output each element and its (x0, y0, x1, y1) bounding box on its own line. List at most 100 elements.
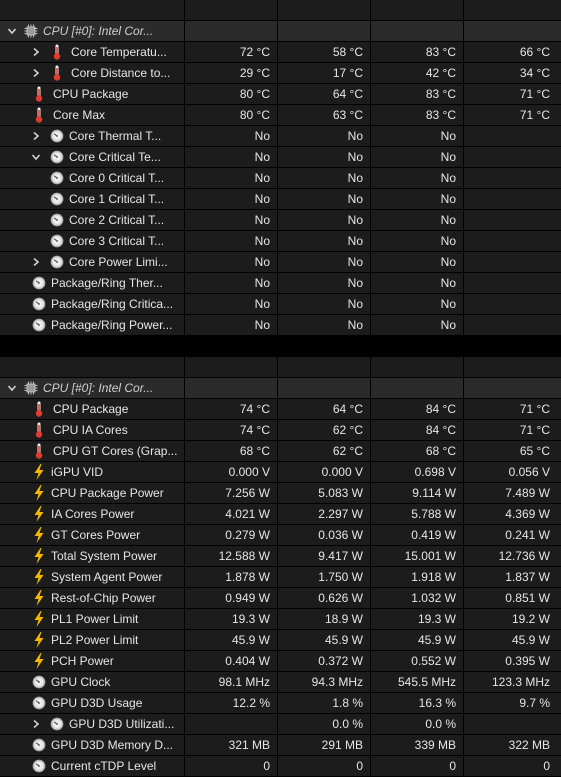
sensor-row[interactable]: CPU Package 74 °C 64 °C 84 °C 71 °C (0, 399, 561, 420)
sensor-label-cell[interactable]: Current cTDP Level (0, 756, 184, 776)
sensor-row[interactable]: GPU D3D Utilizati... 0.0 % 0.0 % (0, 714, 561, 735)
sensor-label-cell[interactable]: CPU GT Cores (Grap... (0, 441, 184, 461)
maximum-value: 0.0 % (371, 714, 463, 734)
sensor-label-cell[interactable]: Core Power Limi... (0, 252, 184, 272)
sensor-label-cell[interactable]: GPU D3D Memory D... (0, 735, 184, 755)
chevron-right-icon[interactable] (30, 714, 42, 734)
maximum-value: 1.918 W (371, 567, 463, 587)
empty-row (0, 357, 561, 378)
chevron-right-icon[interactable] (30, 126, 42, 146)
sensor-label-cell[interactable]: GT Cores Power (0, 525, 184, 545)
current-value: No (185, 231, 277, 251)
chevron-right-icon[interactable] (30, 252, 42, 272)
sensor-row[interactable]: Total System Power 12.588 W 9.417 W 15.001 … (0, 546, 561, 567)
sensor-label-cell[interactable]: Core 0 Critical T... (0, 168, 184, 188)
sensor-row[interactable]: PCH Power 0.404 W 0.372 W 0.552 W 0.395 W (0, 651, 561, 672)
sensor-row[interactable]: Core 2 Critical T... No No No (0, 210, 561, 231)
sensor-row[interactable]: PL1 Power Limit 19.3 W 18.9 W 19.3 W 19.2 W (0, 609, 561, 630)
sensor-label-cell[interactable]: PL1 Power Limit (0, 609, 184, 629)
sensor-row[interactable]: IA Cores Power 4.021 W 2.297 W 5.788 W 4.369… (0, 504, 561, 525)
sensor-row[interactable]: Core Power Limi... No No No (0, 252, 561, 273)
sensor-row[interactable]: Core Temperatu... 72 °C 58 °C 83 °C 66 °C (0, 42, 561, 63)
sensor-label-cell[interactable]: Core 1 Critical T... (0, 189, 184, 209)
group-header-cell (278, 21, 370, 41)
sensor-label-cell[interactable]: CPU IA Cores (0, 420, 184, 440)
minimum-value: No (278, 147, 370, 167)
sensor-row[interactable]: Core Critical Te... No No No (0, 147, 561, 168)
sensor-label-cell[interactable]: Total System Power (0, 546, 184, 566)
sensor-label-cell[interactable]: Core Thermal T... (0, 126, 184, 146)
sensor-label-cell[interactable]: PL2 Power Limit (0, 630, 184, 650)
group-header-label-cell[interactable]: CPU [#0]: Intel Cor... (0, 21, 184, 41)
sensor-label-cell[interactable]: GPU D3D Utilizati... (0, 714, 184, 734)
group-header-cell (464, 378, 561, 398)
sensor-label-cell[interactable]: GPU Clock (0, 672, 184, 692)
sensor-label: CPU GT Cores (Grap... (53, 444, 178, 458)
sensor-label-cell[interactable]: CPU Package (0, 399, 184, 419)
sensor-row[interactable]: Rest-of-Chip Power 0.949 W 0.626 W 1.032 W0… (0, 588, 561, 609)
chevron-right-icon[interactable] (30, 42, 42, 62)
current-value: 29 °C (185, 63, 277, 83)
sensor-row[interactable]: Core 3 Critical T... No No No (0, 231, 561, 252)
chevron-down-icon[interactable] (6, 378, 18, 398)
chevron-right-icon[interactable] (30, 63, 42, 83)
sensor-label-cell[interactable]: Core 3 Critical T... (0, 231, 184, 251)
sensor-label: CPU Package (53, 402, 129, 416)
sensor-row[interactable]: iGPU VID 0.000 V 0.000 V 0.698 V 0.056 V (0, 462, 561, 483)
maximum-value: No (371, 168, 463, 188)
chevron-down-icon[interactable] (30, 147, 42, 167)
empty-cell (185, 0, 277, 20)
sensor-row[interactable]: CPU Package 80 °C 64 °C 83 °C 71 °C (0, 84, 561, 105)
minimum-value: No (278, 315, 370, 335)
clock-icon (50, 716, 64, 732)
minimum-value: No (278, 252, 370, 272)
sensor-label-cell[interactable]: Package/Ring Ther... (0, 273, 184, 293)
sensor-label-cell[interactable]: Rest-of-Chip Power (0, 588, 184, 608)
sensor-label-cell[interactable]: Core 2 Critical T... (0, 210, 184, 230)
group-header[interactable]: CPU [#0]: Intel Cor... (0, 21, 561, 42)
sensor-label-cell[interactable]: Package/Ring Critica... (0, 294, 184, 314)
sensor-row[interactable]: Core Thermal T... No No No (0, 126, 561, 147)
sensor-label-cell[interactable]: Core Temperatu... (0, 42, 184, 62)
sensor-row[interactable]: Package/Ring Critica... No No No (0, 294, 561, 315)
sensor-label-cell[interactable]: CPU Package Power (0, 483, 184, 503)
sensor-row[interactable]: Core 1 Critical T... No No No (0, 189, 561, 210)
bolt-icon (32, 506, 46, 522)
empty-cell (371, 0, 463, 20)
chevron-down-icon[interactable] (6, 21, 18, 41)
sensor-label-cell[interactable]: Core Distance to... (0, 63, 184, 83)
sensor-label-cell[interactable]: PCH Power (0, 651, 184, 671)
bolt-icon (32, 548, 46, 564)
bolt-icon (32, 464, 46, 480)
average-value: 322 MB (464, 735, 561, 755)
sensor-label-cell[interactable]: System Agent Power (0, 567, 184, 587)
sensor-row[interactable]: Core Distance to... 29 °C 17 °C 42 °C 34 °C (0, 63, 561, 84)
sensor-row[interactable]: CPU GT Cores (Grap... 68 °C 62 °C 68 °C 65 °… (0, 441, 561, 462)
group-header-label-cell[interactable]: CPU [#0]: Intel Cor... (0, 378, 184, 398)
sensor-row[interactable]: Current cTDP Level 0 0 0 0 (0, 756, 561, 777)
sensor-row[interactable]: GT Cores Power 0.279 W 0.036 W 0.419 W 0.241… (0, 525, 561, 546)
sensor-row[interactable]: System Agent Power 1.878 W 1.750 W 1.918 W1… (0, 567, 561, 588)
sensor-label-cell[interactable]: CPU Package (0, 84, 184, 104)
sensor-label-cell[interactable]: Package/Ring Power... (0, 315, 184, 335)
sensor-label-cell[interactable]: IA Cores Power (0, 504, 184, 524)
clock-icon (50, 170, 64, 186)
sensor-label-cell[interactable]: Core Max (0, 105, 184, 125)
sensor-row[interactable]: GPU Clock 98.1 MHz 94.3 MHz 545.5 MHz 123.3 … (0, 672, 561, 693)
sensor-row[interactable]: Core 0 Critical T... No No No (0, 168, 561, 189)
sensor-row[interactable]: PL2 Power Limit 45.9 W 45.9 W 45.9 W 45.9 W (0, 630, 561, 651)
sensor-row[interactable]: CPU Package Power 7.256 W 5.083 W 9.114 W 7.… (0, 483, 561, 504)
sensor-label-cell[interactable]: iGPU VID (0, 462, 184, 482)
sensor-row[interactable]: CPU IA Cores 74 °C 62 °C 84 °C 71 °C (0, 420, 561, 441)
sensor-row[interactable]: Core Max 80 °C 63 °C 83 °C 71 °C (0, 105, 561, 126)
sensor-row[interactable]: Package/Ring Ther... No No No (0, 273, 561, 294)
sensor-row[interactable]: GPU D3D Memory D... 321 MB 291 MB 339 MB 322… (0, 735, 561, 756)
sensor-label-cell[interactable]: GPU D3D Usage (0, 693, 184, 713)
sensor-row[interactable]: Package/Ring Power... No No No (0, 315, 561, 336)
current-value: No (185, 273, 277, 293)
group-header[interactable]: CPU [#0]: Intel Cor... (0, 378, 561, 399)
sensor-row[interactable]: GPU D3D Usage 12.2 % 1.8 % 16.3 % 9.7 % (0, 693, 561, 714)
sensor-label-cell[interactable]: Core Critical Te... (0, 147, 184, 167)
average-value: 0 (464, 756, 561, 776)
